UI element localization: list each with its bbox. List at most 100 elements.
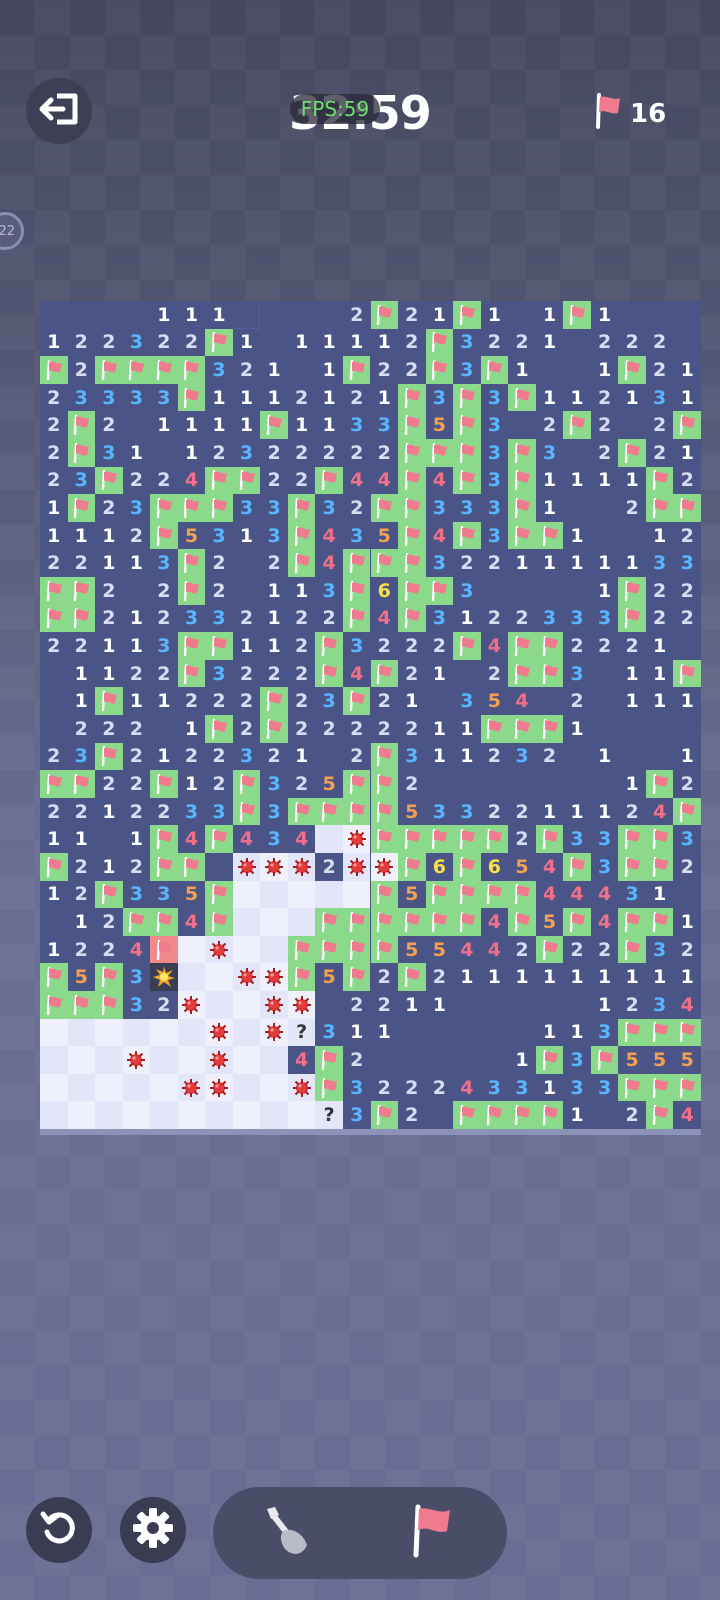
number-cell[interactable]: 2 bbox=[150, 797, 178, 826]
flag-cell[interactable] bbox=[40, 853, 68, 881]
flag-cell[interactable] bbox=[673, 1073, 701, 1102]
flag-cell[interactable] bbox=[618, 356, 646, 384]
number-cell[interactable]: 3 bbox=[342, 1101, 371, 1129]
mine-cell[interactable] bbox=[287, 1073, 316, 1102]
flag-cell[interactable] bbox=[342, 356, 371, 384]
flag-cell[interactable] bbox=[287, 521, 316, 550]
mine-cell[interactable] bbox=[205, 935, 233, 964]
empty-cell[interactable] bbox=[590, 1101, 619, 1129]
number-cell[interactable]: 3 bbox=[122, 963, 151, 991]
number-cell[interactable]: 1 bbox=[67, 659, 96, 688]
number-cell[interactable]: 2 bbox=[95, 494, 123, 522]
flag-cell[interactable] bbox=[67, 577, 96, 605]
empty-cell[interactable] bbox=[590, 687, 619, 715]
number-cell[interactable]: 2 bbox=[150, 659, 178, 688]
number-cell[interactable]: 4 bbox=[590, 908, 619, 936]
flag-cell[interactable] bbox=[398, 521, 426, 550]
number-cell[interactable]: 2 bbox=[370, 356, 399, 384]
number-cell[interactable]: 3 bbox=[480, 521, 509, 550]
number-cell[interactable]: 2 bbox=[480, 549, 509, 577]
number-cell[interactable]: 1 bbox=[563, 383, 591, 412]
mine-cell[interactable] bbox=[260, 963, 288, 991]
number-cell[interactable]: 3 bbox=[177, 604, 206, 633]
number-cell[interactable]: 1 bbox=[480, 963, 509, 991]
number-cell[interactable]: 2 bbox=[342, 1046, 371, 1074]
flag-cell[interactable] bbox=[177, 632, 206, 660]
number-cell[interactable]: 1 bbox=[67, 908, 96, 936]
number-cell[interactable]: 1 bbox=[618, 383, 646, 412]
flag-cell[interactable] bbox=[95, 880, 123, 909]
number-cell[interactable]: 1 bbox=[232, 383, 261, 412]
empty-cell[interactable] bbox=[122, 411, 151, 439]
flag-cell[interactable] bbox=[95, 991, 123, 1019]
flag-cell[interactable] bbox=[398, 963, 426, 991]
number-cell[interactable]: 6 bbox=[480, 853, 509, 881]
flag-cell[interactable] bbox=[150, 521, 178, 550]
number-cell[interactable]: 2 bbox=[480, 328, 509, 357]
flag-cell[interactable] bbox=[453, 853, 481, 881]
flag-cell[interactable] bbox=[398, 853, 426, 881]
mine-cell[interactable] bbox=[232, 853, 261, 881]
flag-cell[interactable] bbox=[122, 908, 151, 936]
number-cell[interactable]: 1 bbox=[618, 963, 646, 991]
number-cell[interactable]: 1 bbox=[260, 383, 288, 412]
number-cell[interactable]: 3 bbox=[177, 797, 206, 826]
number-cell[interactable]: 2 bbox=[425, 963, 454, 991]
mine-cell[interactable] bbox=[260, 853, 288, 881]
number-cell[interactable]: 1 bbox=[95, 521, 123, 550]
flag-cell[interactable] bbox=[287, 963, 316, 991]
flag-cell[interactable] bbox=[425, 577, 454, 605]
number-cell[interactable]: 2 bbox=[150, 577, 178, 605]
number-cell[interactable]: 2 bbox=[398, 659, 426, 688]
number-cell[interactable]: 2 bbox=[590, 632, 619, 660]
flag-cell[interactable] bbox=[508, 659, 536, 688]
flag-cell[interactable] bbox=[563, 853, 591, 881]
flag-cell[interactable] bbox=[177, 494, 206, 522]
number-cell[interactable]: 4 bbox=[425, 466, 454, 495]
number-cell[interactable]: 4 bbox=[370, 604, 399, 633]
number-cell[interactable]: 1 bbox=[67, 687, 96, 715]
flag-cell[interactable] bbox=[398, 494, 426, 522]
number-cell[interactable]: 1 bbox=[453, 604, 481, 633]
number-cell[interactable]: 5 bbox=[645, 1046, 674, 1074]
number-cell[interactable]: 1 bbox=[95, 549, 123, 577]
number-cell[interactable]: 3 bbox=[260, 770, 288, 798]
cleared-cell[interactable] bbox=[95, 1018, 123, 1047]
number-cell[interactable]: 3 bbox=[232, 494, 261, 522]
flag-cell[interactable] bbox=[315, 908, 343, 936]
number-cell[interactable]: 3 bbox=[315, 577, 343, 605]
flag-cell[interactable] bbox=[342, 577, 371, 605]
mine-cell[interactable] bbox=[342, 853, 371, 881]
number-cell[interactable]: 2 bbox=[232, 356, 261, 384]
flag-cell[interactable] bbox=[535, 715, 564, 743]
flag-cell[interactable] bbox=[150, 908, 178, 936]
flag-cell[interactable] bbox=[618, 577, 646, 605]
number-cell[interactable]: 2 bbox=[287, 715, 316, 743]
number-cell[interactable]: 1 bbox=[673, 439, 701, 467]
number-cell[interactable]: 4 bbox=[453, 1073, 481, 1102]
number-cell[interactable]: 1 bbox=[67, 521, 96, 550]
number-cell[interactable]: 3 bbox=[205, 356, 233, 384]
number-cell[interactable]: 2 bbox=[67, 797, 96, 826]
empty-cell[interactable] bbox=[645, 715, 674, 743]
flag-cell[interactable] bbox=[480, 356, 509, 384]
number-cell[interactable]: 3 bbox=[563, 1046, 591, 1074]
number-cell[interactable]: 1 bbox=[508, 549, 536, 577]
flag-cell[interactable] bbox=[645, 1073, 674, 1102]
flag-cell[interactable] bbox=[398, 411, 426, 439]
cleared-cell[interactable] bbox=[232, 991, 261, 1019]
flag-cell[interactable] bbox=[150, 770, 178, 798]
number-cell[interactable]: 3 bbox=[453, 328, 481, 357]
number-cell[interactable]: 3 bbox=[453, 494, 481, 522]
number-cell[interactable]: 3 bbox=[508, 1073, 536, 1102]
number-cell[interactable]: 3 bbox=[535, 604, 564, 633]
flag-cell[interactable] bbox=[177, 549, 206, 577]
number-cell[interactable]: 2 bbox=[673, 466, 701, 495]
cleared-cell[interactable] bbox=[260, 1101, 288, 1129]
mine-cell[interactable] bbox=[122, 1046, 151, 1074]
number-cell[interactable]: 2 bbox=[40, 742, 68, 771]
flag-cell[interactable] bbox=[40, 604, 68, 633]
number-cell[interactable]: 2 bbox=[673, 935, 701, 964]
number-cell[interactable]: 2 bbox=[67, 853, 96, 881]
number-cell[interactable]: 1 bbox=[508, 1046, 536, 1074]
